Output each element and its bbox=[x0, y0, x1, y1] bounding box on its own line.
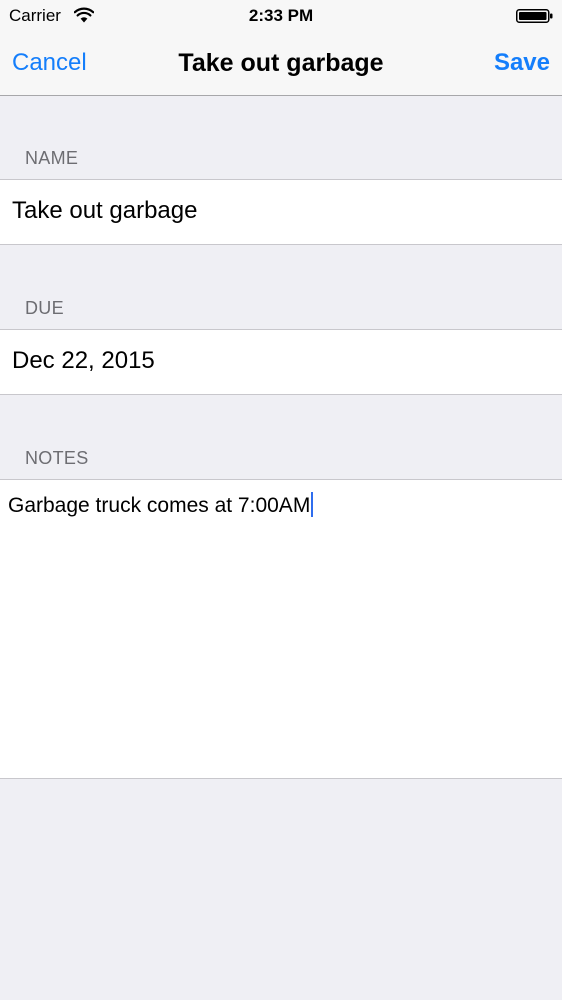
notes-value: Garbage truck comes at 7:00AM bbox=[8, 494, 311, 517]
notes-section-header: NOTES bbox=[25, 448, 89, 468]
text-cursor bbox=[311, 492, 314, 517]
notes-content: Garbage truck comes at 7:00AM bbox=[8, 492, 314, 519]
notes-text-area[interactable]: Garbage truck comes at 7:00AM bbox=[0, 479, 562, 779]
due-section-header: DUE bbox=[25, 298, 64, 318]
status-bar: Carrier 2:33 PM bbox=[0, 0, 562, 32]
navigation-bar: Cancel Take out garbage Save bbox=[0, 32, 562, 96]
battery-icon bbox=[516, 9, 553, 23]
due-date-field[interactable]: Dec 22, 2015 bbox=[0, 329, 562, 395]
name-section-header: NAME bbox=[25, 148, 79, 168]
save-button[interactable]: Save bbox=[494, 48, 550, 78]
name-field[interactable]: Take out garbage bbox=[0, 179, 562, 245]
due-date-value: Dec 22, 2015 bbox=[12, 347, 155, 374]
cancel-button[interactable]: Cancel bbox=[12, 48, 87, 78]
status-time: 2:33 PM bbox=[248, 6, 314, 25]
page-title: Take out garbage bbox=[178, 49, 384, 77]
name-value: Take out garbage bbox=[12, 197, 198, 224]
